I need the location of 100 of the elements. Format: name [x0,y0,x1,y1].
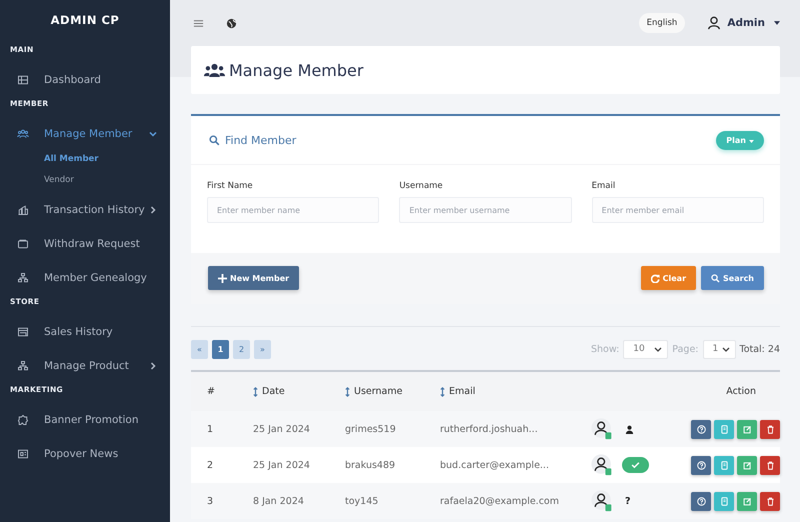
user-icon [707,16,722,30]
user-menu[interactable]: Admin [707,16,780,30]
table-cell-text: toy145 [345,496,380,506]
status-text: ? [625,496,631,506]
help-button[interactable] [691,492,711,510]
sidebar-item[interactable]: Withdraw Request [0,227,170,261]
store-icon [17,326,29,338]
edit-icon [742,460,752,470]
search-icon [209,134,220,146]
sidebar-item[interactable]: Member Genealogy [0,261,170,295]
person-icon [625,424,634,434]
column-header: Username [345,386,440,397]
submenu-item[interactable]: All Member [0,151,170,172]
trash-icon [766,496,774,506]
trash-icon [766,424,774,434]
avatar-icon [591,490,613,512]
new-member-button[interactable]: New Member [208,266,300,290]
sidebar-item[interactable]: Popover News [0,437,170,471]
card-title: Find Member [225,134,296,146]
column-header: Email [440,386,587,397]
document-icon [720,496,728,506]
table-cell-text: brakus489 [345,460,396,470]
wallet-icon [17,238,29,250]
globe-icon[interactable] [226,18,237,28]
avatar-icon [591,418,613,440]
document-icon [720,424,728,434]
chart-icon [17,204,29,216]
page-title: Manage Member [229,60,364,80]
table-cell-text: rutherford.joshuah... [440,424,539,434]
edit-icon [742,424,752,434]
page-label: Page: [672,344,698,354]
question-icon [696,496,706,506]
delete-button[interactable] [760,456,780,474]
page-select[interactable]: 1 [702,340,736,358]
clear-button[interactable]: Clear [640,266,696,290]
table-cell-text: 25 Jan 2024 [253,424,311,434]
edit-button[interactable] [737,492,757,510]
sidebar-item[interactable]: Manage Product [0,349,170,383]
field-label: Username [399,181,444,191]
edit-icon [742,496,752,506]
column-header: # [206,386,216,397]
menu-icon[interactable] [193,18,204,28]
input-field[interactable]: Enter member name [207,197,380,223]
question-icon [696,424,706,434]
column-header: Action [725,386,757,397]
edit-button[interactable] [737,456,757,474]
page-button[interactable]: 2 [233,340,250,358]
delete-button[interactable] [760,420,780,438]
caret-icon [774,21,780,25]
plus-icon [218,274,227,282]
newspaper-icon [17,448,29,460]
document-icon [720,460,728,470]
delete-button[interactable] [760,492,780,510]
language-button[interactable]: English [638,13,686,33]
total-count: Total: 24 [740,344,780,354]
edit-button[interactable] [737,420,757,438]
table-cell-text: 25 Jan 2024 [253,460,311,470]
help-button[interactable] [691,420,711,438]
previous-page-button[interactable]: « [191,340,208,358]
sidebar-item[interactable]: Transaction History [0,193,170,227]
sort-icon[interactable] [440,386,445,396]
sidebar-item[interactable]: Manage Member [0,117,170,151]
caret-icon [749,140,754,142]
brand-title: ADMIN CP [50,12,120,29]
field-label: Email [592,181,616,191]
chevron-down-icon [654,346,662,352]
sort-icon[interactable] [345,386,350,396]
next-page-button[interactable]: » [254,340,271,358]
users-icon [204,63,225,77]
table-cell-text: 1 [206,424,214,434]
question-icon [696,460,706,470]
table-cell-text: bud.carter@example... [440,460,550,470]
sitemap-icon [17,360,29,372]
submenu-item[interactable]: Vendor [0,172,170,193]
table-cell-text: rafaela20@example.com [440,496,560,506]
sidebar-item[interactable]: Banner Promotion [0,403,170,437]
search-button[interactable]: Search [701,266,764,290]
search-icon [711,274,720,282]
trash-icon [766,460,774,470]
show-label: Show: [590,344,620,354]
column-header: Date [253,386,345,397]
users-icon [17,128,29,140]
table-cell-text: 2 [206,460,214,470]
sidebar-item[interactable]: Sales History [0,315,170,349]
help-button[interactable] [691,456,711,474]
layout-icon [17,74,29,86]
avatar-icon [591,454,613,476]
table-cell-text: grimes519 [345,424,397,434]
check-icon [631,461,640,469]
page-size-select[interactable]: 10 [623,340,668,358]
sort-icon[interactable] [253,386,258,396]
sitemap-icon [17,272,29,284]
page-button[interactable]: 1 [212,340,229,358]
input-field[interactable]: Enter member email [592,197,764,223]
sidebar-item[interactable]: Dashboard [0,63,170,97]
chevron-down-icon [722,346,730,352]
table-cell-text: 8 Jan 2024 [253,496,305,506]
input-field[interactable]: Enter member username [399,197,572,223]
table-cell-text: 3 [206,496,214,506]
badge-icon [17,414,29,426]
